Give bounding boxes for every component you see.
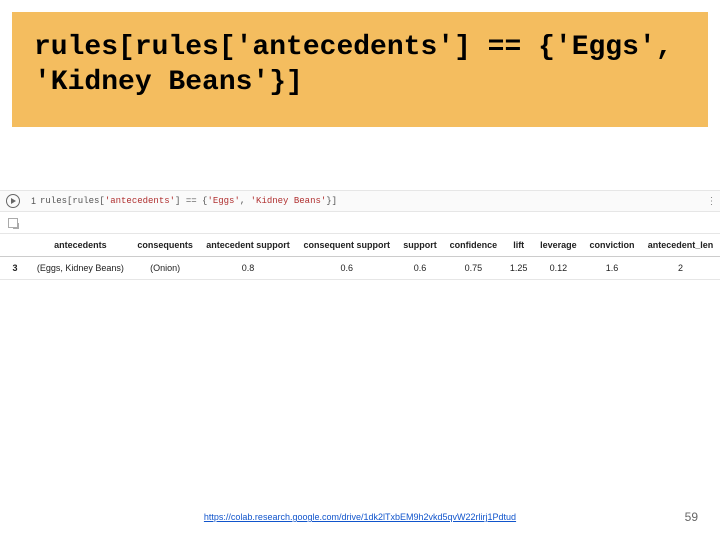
col-confidence: confidence — [443, 234, 504, 257]
col-antecedents: antecedents — [30, 234, 131, 257]
notebook: 1 rules[rules['antecedents'] == {'Eggs',… — [0, 190, 720, 280]
output-bar — [0, 212, 720, 234]
play-icon — [6, 194, 20, 208]
code-cell: 1 rules[rules['antecedents'] == {'Eggs',… — [0, 190, 720, 212]
col-ant-support: antecedent support — [199, 234, 296, 257]
col-conviction: conviction — [583, 234, 641, 257]
col-consequents: consequents — [131, 234, 200, 257]
cell-menu-icon[interactable]: ⋮ — [702, 196, 720, 207]
output-table: antecedents consequents antecedent suppo… — [0, 234, 720, 280]
cell-confidence: 0.75 — [443, 257, 504, 280]
cell-ant-support: 0.8 — [199, 257, 296, 280]
cell-leverage: 0.12 — [534, 257, 583, 280]
slide: rules[rules['antecedents'] == {'Eggs', '… — [0, 0, 720, 540]
col-leverage: leverage — [534, 234, 583, 257]
table-header: antecedents consequents antecedent suppo… — [0, 234, 720, 257]
output-icon[interactable] — [0, 218, 26, 228]
colab-link[interactable]: https://colab.research.google.com/drive/… — [204, 512, 516, 522]
cell-support: 0.6 — [397, 257, 443, 280]
footer-link: https://colab.research.google.com/drive/… — [0, 512, 720, 522]
run-button[interactable] — [0, 194, 26, 208]
col-ant-len: antecedent_len — [641, 234, 720, 257]
cell-index: 3 — [0, 257, 30, 280]
table-row: 3 (Eggs, Kidney Beans) (Onion) 0.8 0.6 0… — [0, 257, 720, 280]
cell-conviction: 1.6 — [583, 257, 641, 280]
col-index — [0, 234, 30, 257]
col-lift: lift — [504, 234, 534, 257]
cell-code[interactable]: rules[rules['antecedents'] == {'Eggs', '… — [40, 196, 702, 206]
page-number: 59 — [685, 510, 698, 524]
col-support: support — [397, 234, 443, 257]
cell-con-support: 0.6 — [297, 257, 397, 280]
col-con-support: consequent support — [297, 234, 397, 257]
title-block: rules[rules['antecedents'] == {'Eggs', '… — [12, 12, 708, 127]
cell-consequents: (Onion) — [131, 257, 200, 280]
cell-lift: 1.25 — [504, 257, 534, 280]
cell-ant-len: 2 — [641, 257, 720, 280]
cell-antecedents: (Eggs, Kidney Beans) — [30, 257, 131, 280]
slide-title: rules[rules['antecedents'] == {'Eggs', '… — [34, 30, 686, 100]
cell-number: 1 — [26, 196, 40, 206]
